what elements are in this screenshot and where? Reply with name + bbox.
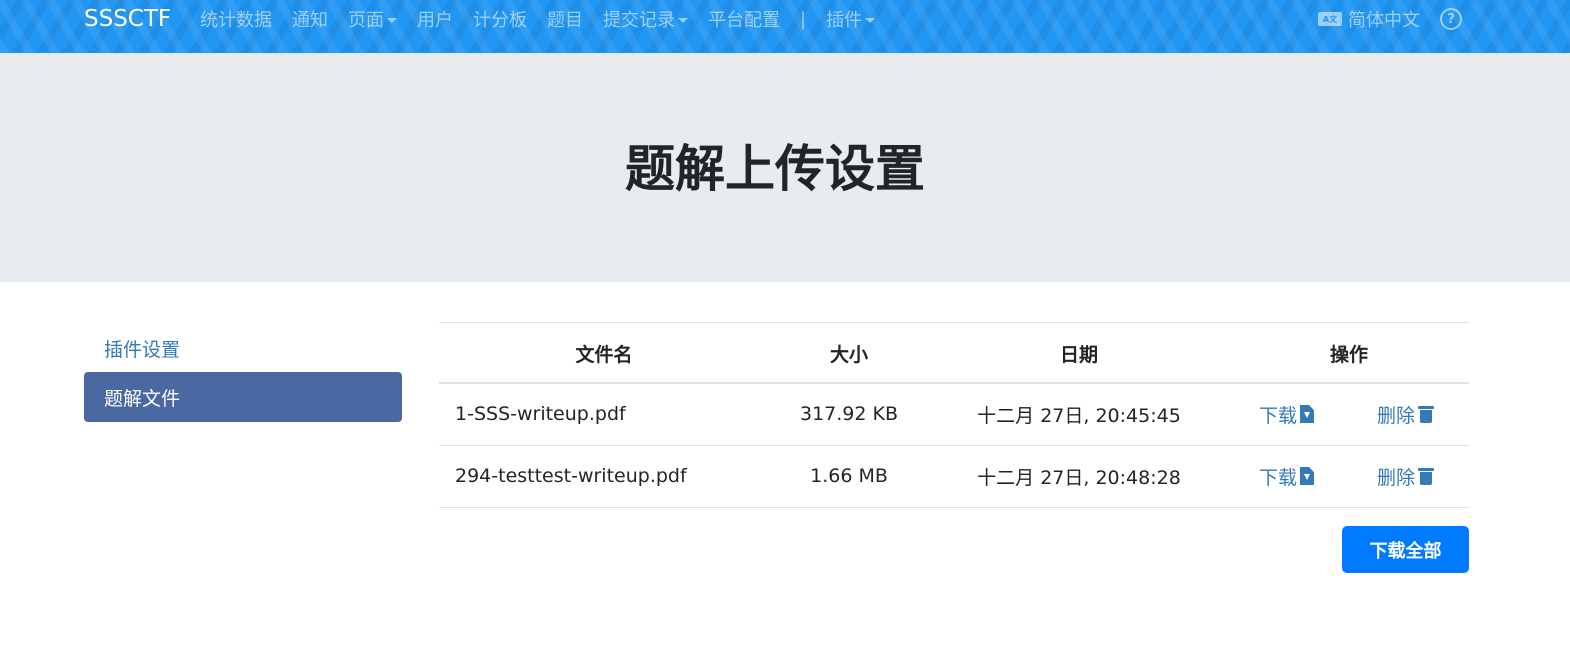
delete-button[interactable]: 删除 (1377, 384, 1477, 444)
nav-scoreboard[interactable]: 计分板 (473, 6, 527, 32)
trash-icon (1418, 466, 1435, 486)
files-table: 文件名 大小 日期 操作 1-SSS-writeup.pdf 317.92 KB… (439, 322, 1469, 508)
table-header: 文件名 大小 日期 操作 (439, 322, 1469, 384)
language-label: 简体中文 (1348, 10, 1420, 31)
download-button[interactable]: 下载 (1259, 384, 1359, 444)
download-all-button[interactable]: 下载全部 (1342, 526, 1469, 573)
header-filename: 文件名 (575, 343, 633, 366)
sidebar-item-writeup-files[interactable]: 题解文件 (84, 372, 402, 422)
header-date: 日期 (1059, 343, 1098, 366)
delete-button[interactable]: 删除 (1377, 446, 1477, 506)
header-size: 大小 (829, 343, 868, 366)
page-header: 题解上传设置 (0, 53, 1570, 282)
file-date: 十二月 27日, 20:45:45 (977, 404, 1181, 427)
nav-plugins-dropdown[interactable]: 插件 (826, 6, 875, 32)
file-download-icon (1300, 467, 1315, 485)
download-button[interactable]: 下载 (1259, 446, 1359, 506)
table-row: 1-SSS-writeup.pdf 317.92 KB 十二月 27日, 20:… (439, 384, 1469, 446)
nav-submissions-dropdown[interactable]: 提交记录 (603, 6, 688, 32)
file-size: 1.66 MB (810, 465, 888, 487)
translate-icon: A文 (1318, 12, 1342, 26)
download-label: 下载 (1259, 404, 1298, 427)
nav-pages-dropdown[interactable]: 页面 (348, 6, 397, 32)
sidebar-item-plugin-settings[interactable]: 插件设置 (84, 323, 402, 373)
brand-logo[interactable]: SSSCTF (84, 6, 171, 32)
nav-notifications[interactable]: 通知 (292, 6, 328, 32)
nav-links: 统计数据 通知 页面 用户 计分板 题目 提交记录 平台配置 | 插件 (200, 0, 895, 38)
delete-label: 删除 (1377, 404, 1416, 427)
page-title: 题解上传设置 (625, 140, 925, 198)
delete-label: 删除 (1377, 466, 1416, 489)
question-circle-icon[interactable]: ? (1440, 8, 1462, 30)
language-selector[interactable]: A文 简体中文 (1318, 6, 1420, 32)
nav-users[interactable]: 用户 (417, 6, 453, 32)
table-row: 294-testtest-writeup.pdf 1.66 MB 十二月 27日… (439, 446, 1469, 508)
nav-statistics[interactable]: 统计数据 (200, 6, 272, 32)
nav-config[interactable]: 平台配置 (708, 6, 780, 32)
nav-separator: | (800, 8, 807, 30)
file-name: 294-testtest-writeup.pdf (455, 465, 687, 487)
nav-right: A文 简体中文 (1318, 0, 1420, 38)
nav-challenges[interactable]: 题目 (547, 6, 583, 32)
download-label: 下载 (1259, 466, 1298, 489)
file-size: 317.92 KB (799, 403, 898, 425)
top-navbar: SSSCTF 统计数据 通知 页面 用户 计分板 题目 提交记录 平台配置 | … (0, 0, 1570, 53)
file-download-icon (1300, 405, 1315, 423)
trash-icon (1418, 404, 1435, 424)
file-name: 1-SSS-writeup.pdf (455, 403, 626, 425)
file-date: 十二月 27日, 20:48:28 (977, 466, 1181, 489)
header-actions: 操作 (1329, 343, 1368, 366)
